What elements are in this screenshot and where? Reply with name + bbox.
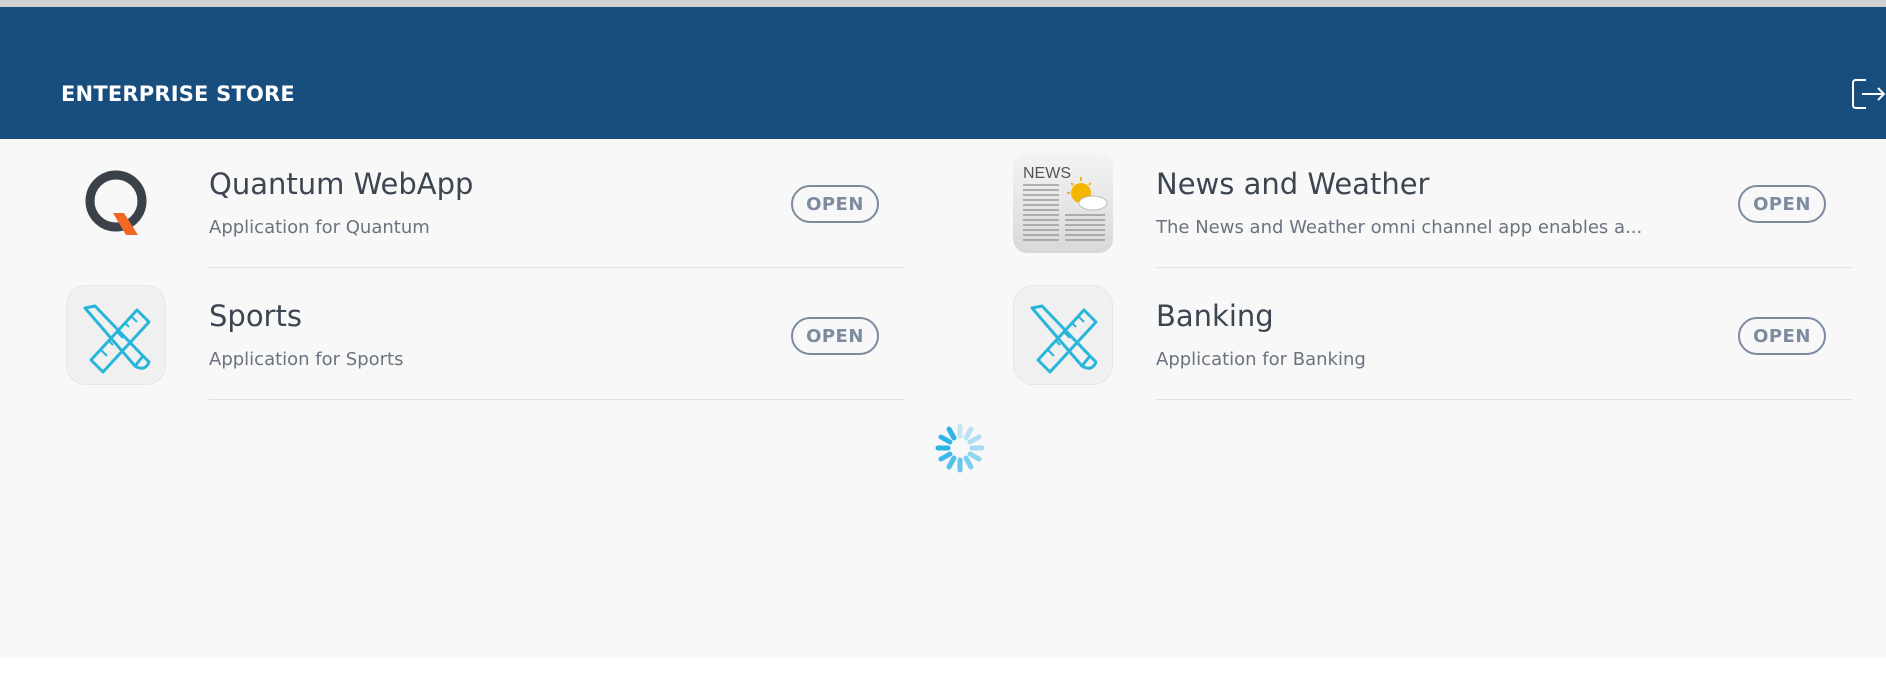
open-button[interactable]: OPEN <box>791 317 879 355</box>
list-item-news-and-weather: NEWS News and Weather The News and Weath… <box>1008 139 1852 271</box>
divider <box>209 267 905 268</box>
list-item-sports: Sports Application for Sports OPEN <box>61 271 905 403</box>
svg-text:NEWS: NEWS <box>1023 165 1071 182</box>
app-description: The News and Weather omni channel app en… <box>1156 217 1643 238</box>
page-title: ENTERPRISE STORE <box>61 82 295 106</box>
divider <box>1156 267 1852 268</box>
news-weather-icon: NEWS <box>1013 153 1113 253</box>
app-description: Application for Banking <box>1156 349 1366 370</box>
app-name: Banking <box>1156 299 1274 333</box>
app-list: Quantum WebApp Application for Quantum O… <box>0 139 1886 658</box>
app-description: Application for Sports <box>209 349 404 370</box>
list-item-banking: Banking Application for Banking OPEN <box>1008 271 1852 403</box>
design-tools-icon <box>1013 285 1113 385</box>
open-button[interactable]: OPEN <box>1738 317 1826 355</box>
quantum-logo-icon <box>66 153 166 253</box>
app-name: Sports <box>209 299 302 333</box>
open-button[interactable]: OPEN <box>791 185 879 223</box>
app-name: News and Weather <box>1156 167 1430 201</box>
app-description: Application for Quantum <box>209 217 430 238</box>
app-header: ENTERPRISE STORE <box>0 7 1886 139</box>
logout-icon[interactable] <box>1850 76 1886 112</box>
divider <box>1156 399 1852 400</box>
loading-spinner-icon <box>932 420 988 476</box>
browser-top-strip <box>0 0 1886 7</box>
divider <box>209 399 905 400</box>
open-button[interactable]: OPEN <box>1738 185 1826 223</box>
list-item-quantum-webapp: Quantum WebApp Application for Quantum O… <box>61 139 905 271</box>
design-tools-icon <box>66 285 166 385</box>
app-name: Quantum WebApp <box>209 167 474 201</box>
